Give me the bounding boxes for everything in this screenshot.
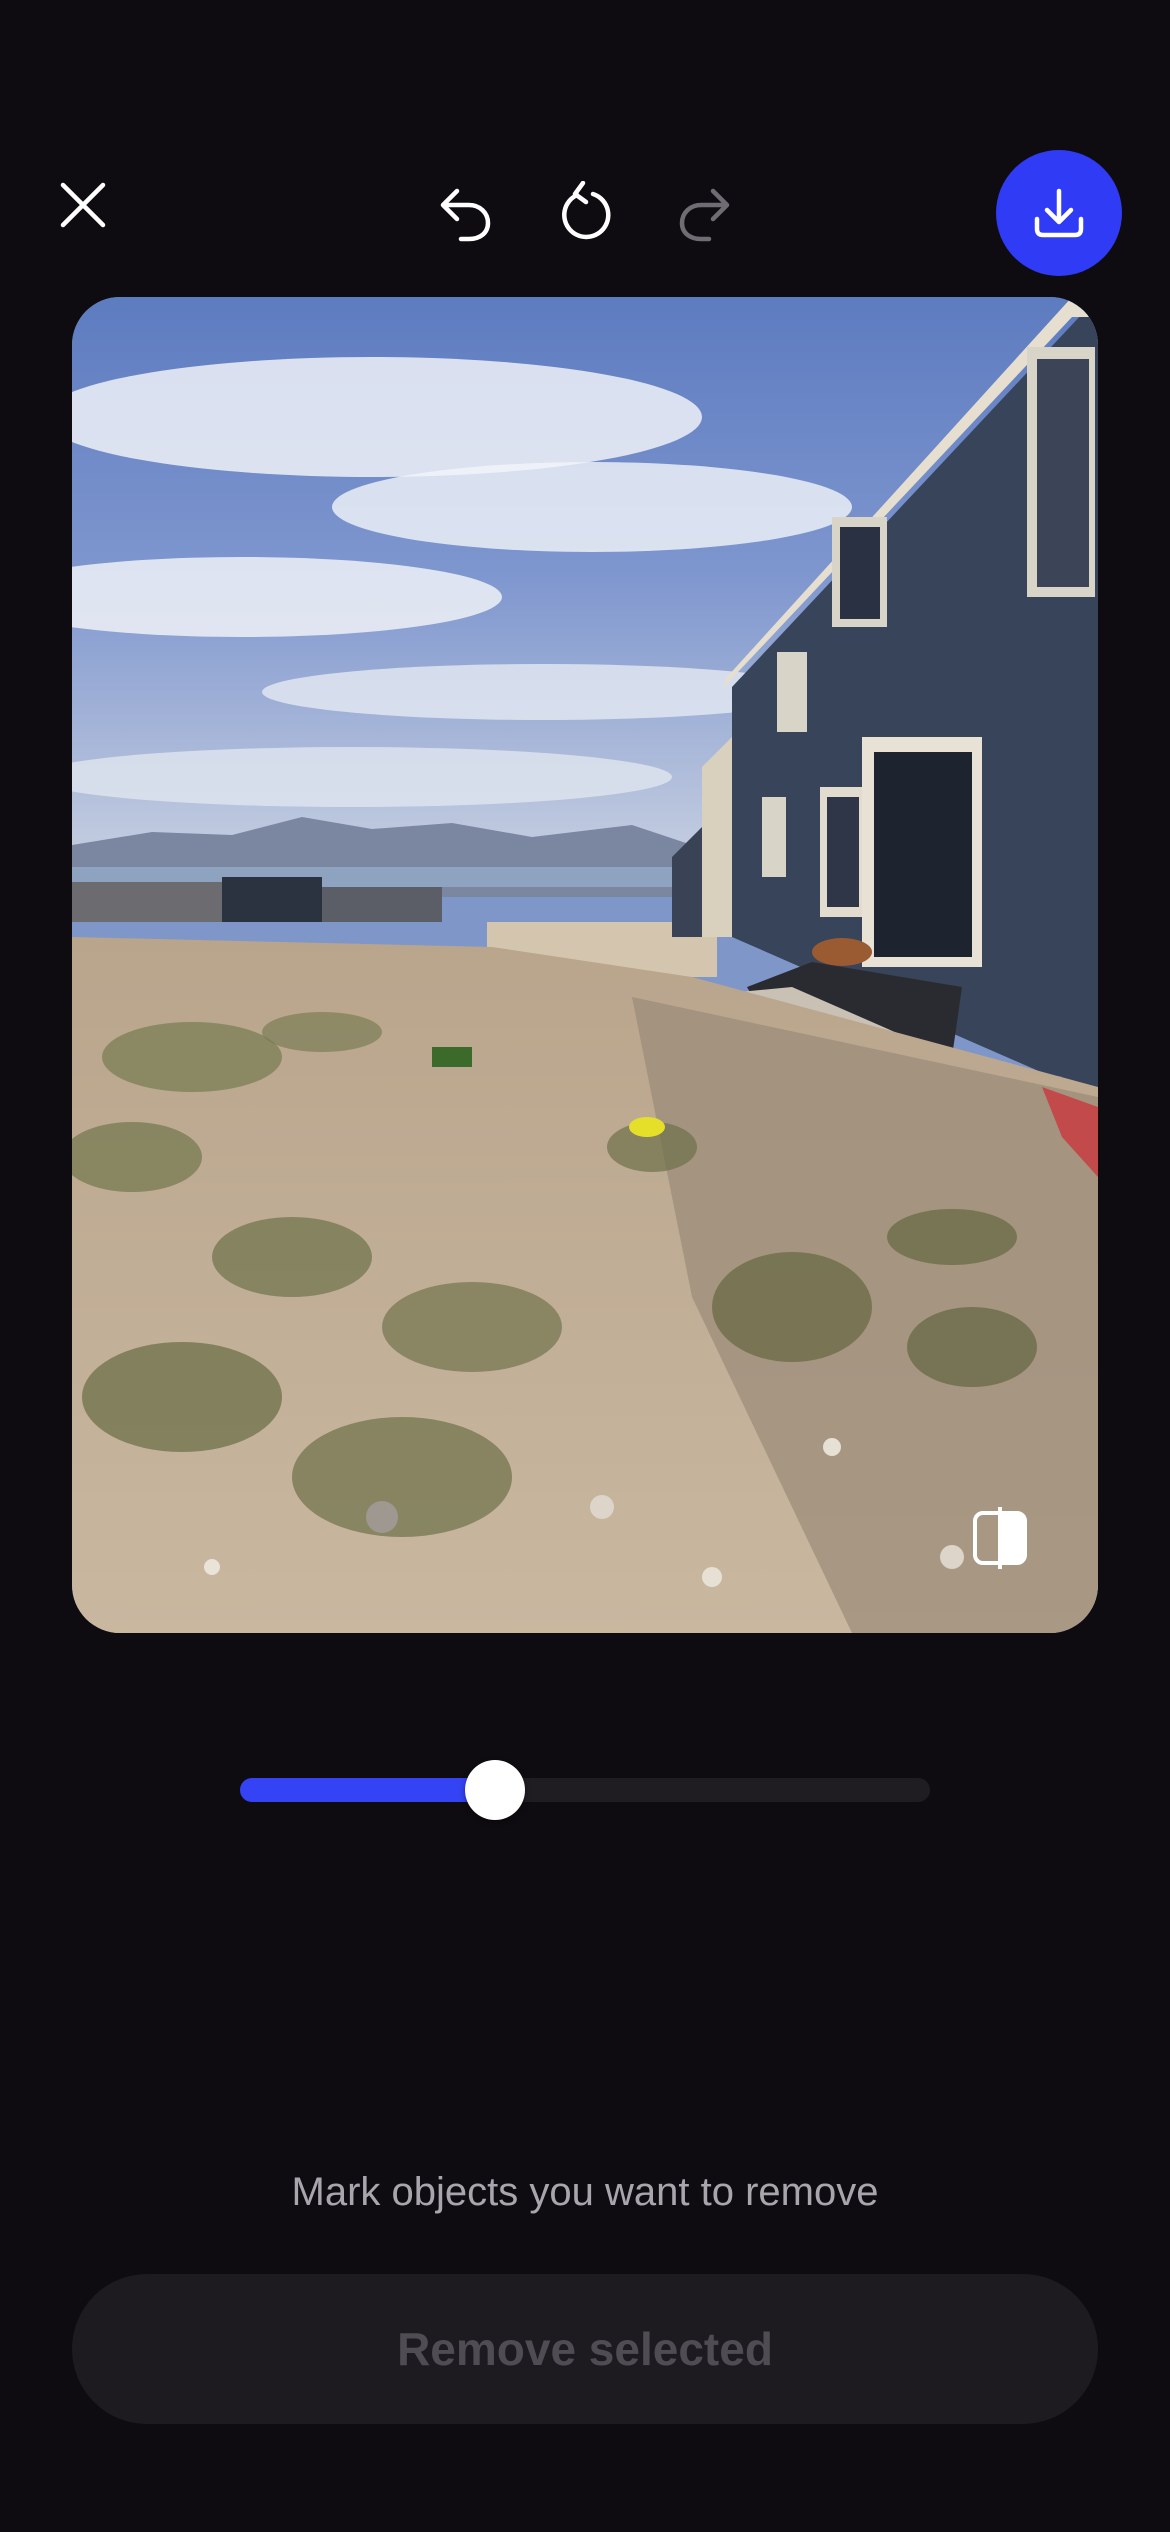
instruction-text: Mark objects you want to remove bbox=[291, 2170, 879, 2214]
undo-button[interactable] bbox=[420, 168, 510, 258]
undo-icon bbox=[440, 188, 491, 242]
compare-icon bbox=[973, 1507, 1027, 1569]
download-icon bbox=[1034, 188, 1084, 238]
close-icon bbox=[60, 182, 106, 228]
photo-canvas[interactable] bbox=[72, 297, 1098, 1633]
backyard-photo bbox=[72, 297, 1098, 1633]
compare-button[interactable] bbox=[968, 1506, 1032, 1570]
remove-selected-button[interactable]: Remove selected bbox=[72, 2274, 1098, 2424]
close-button[interactable] bbox=[38, 160, 128, 250]
slider-fill bbox=[240, 1778, 496, 1802]
reset-button[interactable] bbox=[540, 168, 630, 258]
download-button[interactable] bbox=[996, 150, 1122, 276]
redo-icon bbox=[679, 188, 730, 242]
brush-size-slider[interactable] bbox=[240, 1760, 930, 1820]
redo-button[interactable] bbox=[660, 168, 750, 258]
reset-icon bbox=[562, 181, 611, 240]
slider-thumb[interactable] bbox=[465, 1760, 526, 1820]
